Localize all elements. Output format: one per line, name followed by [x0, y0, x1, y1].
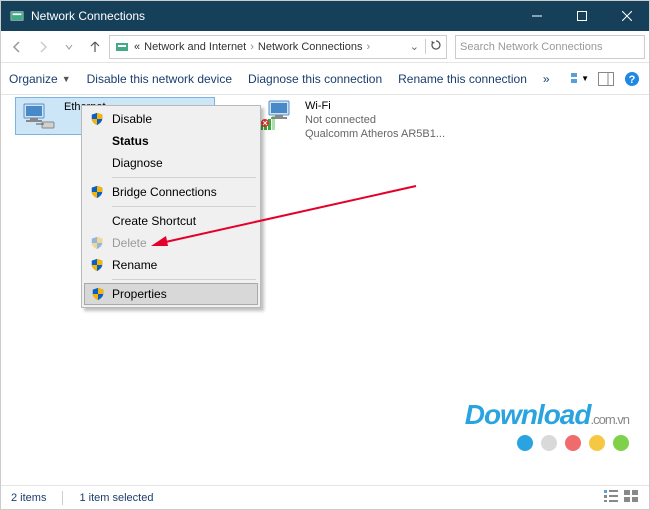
address-box[interactable]: « Network and Internet › Network Connect… — [109, 35, 447, 59]
ctx-delete: Delete — [84, 232, 258, 254]
status-selected-count: 1 item selected — [79, 492, 153, 504]
dot — [565, 435, 581, 451]
rename-connection-button[interactable]: Rename this connection — [398, 72, 527, 86]
breadcrumb-separator: › — [366, 41, 370, 53]
location-icon — [114, 39, 130, 55]
address-bar-row: « Network and Internet › Network Connect… — [1, 31, 649, 63]
ctx-rename[interactable]: Rename — [84, 254, 258, 276]
view-options-button[interactable]: ▼ — [571, 70, 589, 88]
ctx-create-shortcut[interactable]: Create Shortcut — [84, 210, 258, 232]
ctx-properties[interactable]: Properties — [84, 283, 258, 305]
diagnose-connection-button[interactable]: Diagnose this connection — [248, 72, 382, 86]
large-icons-view-button[interactable] — [623, 489, 639, 506]
ctx-status[interactable]: Status — [84, 130, 258, 152]
window-controls — [514, 1, 649, 31]
adapter-wifi[interactable]: Wi-Fi Not connected Qualcomm Atheros AR5… — [259, 99, 479, 141]
command-toolbar: Organize ▼ Disable this network device D… — [1, 63, 649, 95]
up-button[interactable] — [83, 35, 107, 59]
forward-button[interactable] — [31, 35, 55, 59]
breadcrumb-separator: › — [250, 41, 254, 53]
context-menu: Disable Status Diagnose Bridge Connectio… — [81, 105, 261, 308]
wifi-icon — [259, 99, 299, 131]
toolbar-overflow[interactable]: » — [543, 72, 550, 86]
ethernet-icon — [18, 100, 58, 132]
close-button[interactable] — [604, 1, 649, 31]
maximize-button[interactable] — [559, 1, 604, 31]
shield-icon — [91, 287, 105, 301]
watermark-text: Download — [465, 399, 591, 430]
disable-device-button[interactable]: Disable this network device — [87, 72, 232, 86]
window-title: Network Connections — [31, 9, 514, 23]
window-icon — [9, 8, 25, 24]
refresh-button[interactable] — [425, 39, 442, 54]
statusbar: 2 items 1 item selected — [1, 485, 649, 509]
minimize-button[interactable] — [514, 1, 559, 31]
watermark-dots — [465, 435, 629, 451]
dot — [589, 435, 605, 451]
shield-icon — [90, 258, 104, 272]
ctx-diagnose[interactable]: Diagnose — [84, 152, 258, 174]
titlebar: Network Connections — [1, 1, 649, 31]
menu-separator — [112, 279, 256, 280]
ctx-disable[interactable]: Disable — [84, 108, 258, 130]
search-input[interactable]: Search Network Connections — [455, 35, 645, 59]
organize-menu[interactable]: Organize ▼ — [9, 72, 71, 86]
adapter-status: Not connected — [305, 113, 445, 127]
breadcrumb-item[interactable]: Network and Internet — [144, 41, 246, 53]
chevron-down-icon: ▼ — [62, 74, 71, 84]
shield-icon — [90, 185, 104, 199]
dot — [517, 435, 533, 451]
help-button[interactable]: ? — [623, 70, 641, 88]
adapter-name: Wi-Fi — [305, 99, 445, 113]
shield-icon — [90, 236, 104, 250]
preview-pane-button[interactable] — [597, 70, 615, 88]
menu-separator — [112, 206, 256, 207]
dot — [613, 435, 629, 451]
watermark-suffix: .com.vn — [590, 412, 629, 427]
dot — [541, 435, 557, 451]
shield-icon — [90, 112, 104, 126]
search-placeholder: Search Network Connections — [460, 41, 602, 53]
back-button[interactable] — [5, 35, 29, 59]
status-item-count: 2 items — [11, 492, 46, 504]
chevron-down-icon: ▼ — [581, 74, 589, 83]
breadcrumb-item[interactable]: Network Connections — [258, 41, 363, 53]
watermark: Download.com.vn — [465, 399, 629, 451]
breadcrumb-prefix: « — [134, 41, 140, 53]
recent-dropdown[interactable] — [57, 35, 81, 59]
menu-separator — [112, 177, 256, 178]
adapter-description: Qualcomm Atheros AR5B1... — [305, 127, 445, 141]
ctx-bridge[interactable]: Bridge Connections — [84, 181, 258, 203]
address-dropdown[interactable]: ⌄ — [408, 40, 421, 53]
separator — [62, 491, 63, 505]
details-view-button[interactable] — [603, 489, 619, 506]
svg-text:?: ? — [629, 74, 636, 86]
